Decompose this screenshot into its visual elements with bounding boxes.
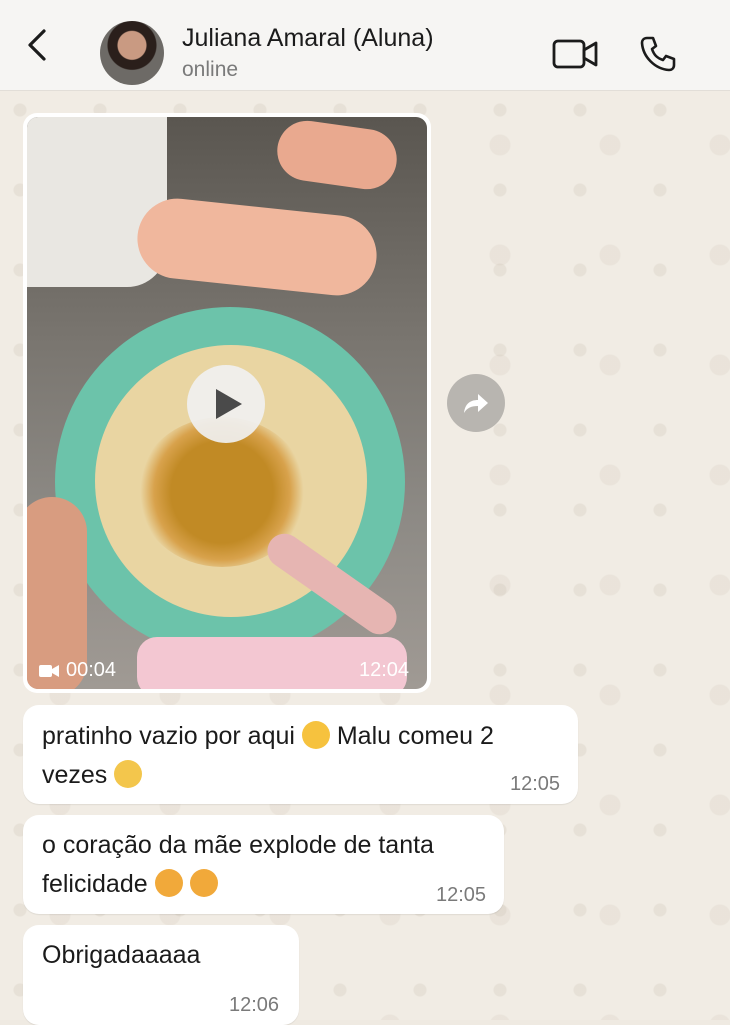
video-duration-text: 00:04: [66, 659, 117, 681]
contact-avatar[interactable]: [100, 21, 164, 85]
phone-icon: [640, 36, 676, 72]
video-call-button[interactable]: [551, 37, 599, 71]
heart-eyes-emoji-icon: [189, 869, 218, 897]
message-text: pratinho vazio por aqui Malu comeu 2 vez…: [42, 721, 494, 789]
chevron-left-icon: [28, 29, 46, 61]
message-bubble[interactable]: Obrigadaaaaa 12:06: [23, 925, 299, 1025]
screaming-face-emoji-icon: [114, 760, 143, 788]
video-duration: 00:04: [38, 659, 116, 682]
message-bubble[interactable]: o coração da mãe explode de tanta felici…: [23, 815, 504, 914]
play-icon: [216, 389, 242, 419]
message-bubble[interactable]: pratinho vazio por aqui Malu comeu 2 vez…: [23, 705, 578, 804]
contact-name[interactable]: Juliana Amaral (Aluna): [182, 24, 434, 53]
voice-call-button[interactable]: [638, 34, 678, 74]
heart-eyes-emoji-icon: [154, 869, 183, 897]
message-time: 12:06: [229, 994, 280, 1016]
play-button[interactable]: [187, 365, 265, 443]
message-text: o coração da mãe explode de tanta felici…: [42, 831, 434, 898]
forward-icon: [464, 394, 488, 413]
raising-hands-emoji-icon: [301, 721, 330, 749]
contact-status: online: [182, 58, 239, 81]
video-camera-icon: [552, 39, 598, 69]
message-time: 12:05: [436, 884, 487, 906]
back-button[interactable]: [22, 28, 52, 62]
video-camera-icon: [39, 664, 59, 677]
chat-header: Juliana Amaral (Aluna) online: [0, 0, 730, 91]
message-text: Obrigadaaaaa: [42, 941, 201, 969]
message-time: 12:05: [510, 773, 561, 795]
photo-hand: [273, 117, 401, 194]
forward-button[interactable]: [447, 374, 505, 432]
photo-arm: [133, 194, 381, 300]
message-time: 12:04: [359, 659, 410, 681]
